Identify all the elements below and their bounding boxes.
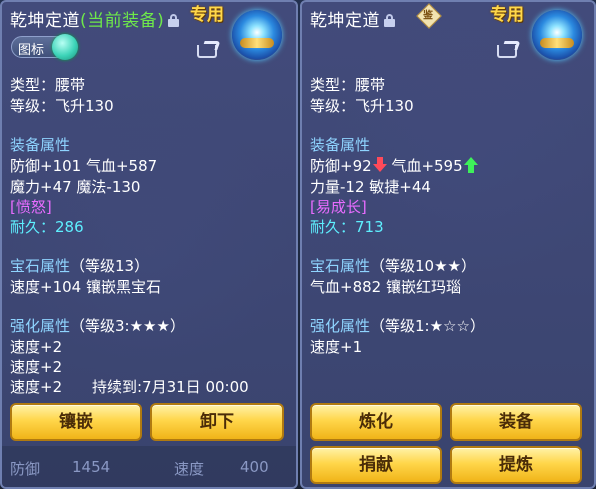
gem-header: 宝石属性 xyxy=(10,257,71,275)
bg-speed-value: 400 xyxy=(240,458,269,476)
icon-toggle[interactable]: 图标 xyxy=(11,34,78,60)
attr-header: 装备属性 xyxy=(310,136,371,154)
defense-stat: 防御+92 xyxy=(310,157,372,175)
exclusive-label: 专用 xyxy=(490,5,524,25)
gem-section: 宝石属性（等级13） xyxy=(10,255,149,276)
durability: 耐久：286 xyxy=(10,218,84,236)
donate-button[interactable]: 捐献 xyxy=(310,446,442,484)
item-type: 类型：腰带 xyxy=(10,76,86,94)
enhance-section: 强化属性（等级3:★★★） xyxy=(10,315,185,336)
appraise-icon: 鉴 xyxy=(416,3,442,29)
lock-icon xyxy=(384,14,395,27)
item-name: 乾坤定道 xyxy=(10,11,80,31)
extract-button[interactable]: 提炼 xyxy=(450,446,582,484)
duration: 持续到:7月31日 00:00 xyxy=(92,378,249,396)
background-stats: 防御 1454 速度 400 xyxy=(2,446,296,487)
unequip-button[interactable]: 卸下 xyxy=(150,403,284,441)
enhance-line-3: 速度+2 xyxy=(10,378,63,396)
gem-level: （等级13） xyxy=(70,257,150,275)
bg-defense-value: 1454 xyxy=(72,458,111,476)
gem-desc: 速度+104 镶嵌黑宝石 xyxy=(10,278,161,296)
bg-defense-label: 防御 xyxy=(10,460,41,478)
equip-button[interactable]: 装备 xyxy=(450,403,582,441)
attr-line-2: 魔力+47 魔法-130 xyxy=(10,178,141,196)
item-level: 等级：飞升130 xyxy=(10,97,114,115)
item-name: 乾坤定道 xyxy=(310,11,380,31)
enhance-header: 强化属性 xyxy=(310,317,371,335)
enhance-line-1: 速度+1 xyxy=(310,338,363,356)
belt-item-icon[interactable] xyxy=(232,10,282,60)
share-icon[interactable] xyxy=(197,40,221,58)
equipped-label: (当前装备) xyxy=(80,11,165,31)
gem-desc: 气血+882 镶嵌红玛瑙 xyxy=(310,278,461,296)
attr-header: 装备属性 xyxy=(10,136,71,154)
share-icon[interactable] xyxy=(497,40,521,58)
refine-button[interactable]: 炼化 xyxy=(310,403,442,441)
special-tag: [愤怒] xyxy=(10,198,52,216)
compare-equipment-panel: 乾坤定道 鉴 专用 类型：腰带 等级：飞升130 装备属性 防御+92 气血+5… xyxy=(300,0,596,489)
item-title: 乾坤定道 xyxy=(310,6,395,31)
lock-icon xyxy=(168,14,180,27)
enhance-level: （等级3:★★★） xyxy=(70,317,185,335)
hp-stat: 气血+595 xyxy=(391,157,463,175)
enhance-header: 强化属性 xyxy=(10,317,71,335)
item-title: 乾坤定道(当前装备) xyxy=(10,6,180,31)
enhance-line-1: 速度+2 xyxy=(10,338,63,356)
gem-level: （等级10★★） xyxy=(370,257,476,275)
enhance-section: 强化属性（等级1:★☆☆） xyxy=(310,315,485,336)
toggle-label: 图标 xyxy=(18,43,45,58)
enhance-line-2: 速度+2 xyxy=(10,358,63,376)
attr-line-2: 力量-12 敏捷+44 xyxy=(310,178,431,196)
item-level: 等级：飞升130 xyxy=(310,97,414,115)
exclusive-label: 专用 xyxy=(190,5,224,25)
attr-line-1: 防御+101 气血+587 xyxy=(10,157,158,175)
attr-line-1: 防御+92 气血+595 xyxy=(310,155,478,176)
decrease-arrow-icon xyxy=(372,157,387,173)
increase-arrow-icon xyxy=(463,157,478,173)
belt-item-icon[interactable] xyxy=(532,10,582,60)
bg-speed-label: 速度 xyxy=(174,460,205,478)
durability: 耐久：713 xyxy=(310,218,384,236)
enhance-level: （等级1:★☆☆） xyxy=(370,317,485,335)
inlay-button[interactable]: 镶嵌 xyxy=(10,403,142,441)
gem-header: 宝石属性 xyxy=(310,257,371,275)
current-equipment-panel: 乾坤定道(当前装备) 专用 图标 类型：腰带 等级：飞升130 装备属性 防御+… xyxy=(0,0,298,489)
special-tag: [易成长] xyxy=(310,198,367,216)
item-type: 类型：腰带 xyxy=(310,76,386,94)
gem-section: 宝石属性（等级10★★） xyxy=(310,255,476,276)
toggle-knob xyxy=(52,34,78,60)
